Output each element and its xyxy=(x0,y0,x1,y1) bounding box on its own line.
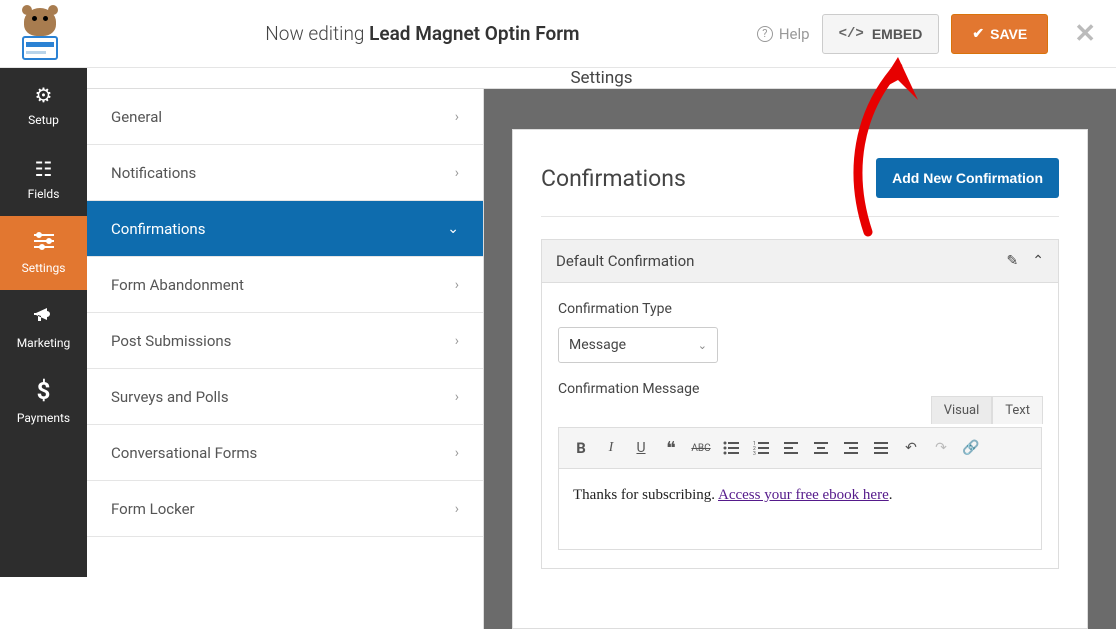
svg-text:3: 3 xyxy=(753,451,756,455)
message-link[interactable]: Access your free ebook here xyxy=(718,487,889,503)
submenu-conversational-forms[interactable]: Conversational Forms› xyxy=(87,425,483,481)
bulleted-list-button[interactable] xyxy=(717,434,745,462)
nav-fields[interactable]: ☷ Fields xyxy=(0,142,87,216)
confirmation-item: Default Confirmation ✎ ⌃ Confirmation Ty… xyxy=(541,239,1059,569)
editing-prefix: Now editing xyxy=(265,22,364,45)
nav-label: Marketing xyxy=(17,336,71,350)
undo-button[interactable]: ↶ xyxy=(897,434,925,462)
editor-content[interactable]: Thanks for subscribing. Access your free… xyxy=(559,469,1041,549)
confirmation-type-label: Confirmation Type xyxy=(558,301,1042,317)
nav-settings[interactable]: Settings xyxy=(0,216,87,290)
quote-button[interactable]: ❝ xyxy=(657,434,685,462)
select-value: Message xyxy=(569,337,626,353)
form-name: Lead Magnet Optin Form xyxy=(369,22,579,45)
nav-label: Settings xyxy=(22,261,66,275)
submenu-general[interactable]: General› xyxy=(87,89,483,145)
top-bar: Now editing Lead Magnet Optin Form ? Hel… xyxy=(0,0,1116,68)
underline-button[interactable]: U xyxy=(627,434,655,462)
editor-toolbar: B I U ❝ ABC xyxy=(559,428,1041,469)
save-button[interactable]: ✔ SAVE xyxy=(951,14,1048,54)
tab-text[interactable]: Text xyxy=(992,396,1043,424)
card-header: Confirmations Add New Confirmation xyxy=(541,158,1059,217)
nav-marketing[interactable]: Marketing xyxy=(0,290,87,364)
confirmation-body: Confirmation Type Message ⌄ Confirmation… xyxy=(542,283,1058,568)
chevron-right-icon: › xyxy=(455,389,459,405)
nav-label: Payments xyxy=(17,411,70,425)
sliders-icon xyxy=(33,231,55,255)
settings-submenu: General› Notifications› Confirmations⌄ F… xyxy=(87,89,484,629)
megaphone-icon xyxy=(33,305,55,330)
chevron-down-icon: ⌄ xyxy=(698,339,707,352)
confirmations-title: Confirmations xyxy=(541,165,686,192)
bold-button[interactable]: B xyxy=(567,434,595,462)
align-justify-button[interactable] xyxy=(867,434,895,462)
editor-tabs: Visual Text xyxy=(931,396,1043,424)
top-actions: ? Help </> EMBED ✔ SAVE ✕ xyxy=(757,14,1096,54)
nav-label: Setup xyxy=(28,113,59,127)
nav-payments[interactable]: $ Payments xyxy=(0,364,87,438)
message-text: Thanks for subscribing. xyxy=(573,487,718,503)
help-link[interactable]: ? Help xyxy=(757,25,810,43)
rich-editor: B I U ❝ ABC xyxy=(558,427,1042,550)
submenu-surveys-polls[interactable]: Surveys and Polls› xyxy=(87,369,483,425)
wpforms-logo xyxy=(12,8,68,60)
strikethrough-button[interactable]: ABC xyxy=(687,434,715,462)
list-icon: ☷ xyxy=(35,157,53,181)
chevron-right-icon: › xyxy=(455,109,459,125)
settings-title: Settings xyxy=(570,68,632,88)
confirmation-item-actions: ✎ ⌃ xyxy=(1007,253,1044,269)
italic-button[interactable]: I xyxy=(597,434,625,462)
confirmation-type-select[interactable]: Message ⌄ xyxy=(558,327,718,363)
side-nav: ⚙ Setup ☷ Fields Settings Marketing $ Pa… xyxy=(0,68,87,577)
submenu-post-submissions[interactable]: Post Submissions› xyxy=(87,313,483,369)
confirmations-card: Confirmations Add New Confirmation Defau… xyxy=(512,129,1088,629)
align-left-button[interactable] xyxy=(777,434,805,462)
submenu-notifications[interactable]: Notifications› xyxy=(87,145,483,201)
embed-label: EMBED xyxy=(872,26,923,42)
collapse-icon[interactable]: ⌃ xyxy=(1032,253,1044,269)
submenu-form-abandonment[interactable]: Form Abandonment› xyxy=(87,257,483,313)
check-icon: ✔ xyxy=(972,25,984,42)
content-area: Confirmations Add New Confirmation Defau… xyxy=(484,89,1116,629)
tab-visual[interactable]: Visual xyxy=(931,396,993,424)
edit-icon[interactable]: ✎ xyxy=(1007,253,1019,269)
panel-row: General› Notifications› Confirmations⌄ F… xyxy=(87,89,1116,629)
confirmation-item-title: Default Confirmation xyxy=(556,252,694,270)
redo-button[interactable]: ↷ xyxy=(927,434,955,462)
chevron-right-icon: › xyxy=(455,333,459,349)
help-icon: ? xyxy=(757,26,773,42)
confirmation-message-label: Confirmation Message xyxy=(558,381,1042,397)
gear-icon: ⚙ xyxy=(35,83,53,107)
center-column: Settings General› Notifications› Confirm… xyxy=(87,68,1116,577)
chevron-right-icon: › xyxy=(455,277,459,293)
chevron-down-icon: ⌄ xyxy=(447,221,459,237)
confirmation-item-header[interactable]: Default Confirmation ✎ ⌃ xyxy=(542,240,1058,283)
nav-setup[interactable]: ⚙ Setup xyxy=(0,68,87,142)
embed-icon: </> xyxy=(839,26,864,42)
link-button[interactable]: 🔗 xyxy=(957,434,985,462)
add-confirmation-button[interactable]: Add New Confirmation xyxy=(876,158,1059,198)
help-label: Help xyxy=(779,25,810,43)
nav-label: Fields xyxy=(28,187,60,201)
save-label: SAVE xyxy=(990,26,1027,42)
submenu-form-locker[interactable]: Form Locker› xyxy=(87,481,483,537)
chevron-right-icon: › xyxy=(455,165,459,181)
embed-button[interactable]: </> EMBED xyxy=(822,14,940,54)
chevron-right-icon: › xyxy=(455,445,459,461)
editing-title: Now editing Lead Magnet Optin Form xyxy=(88,22,757,45)
settings-header: Settings xyxy=(87,68,1116,89)
submenu-confirmations[interactable]: Confirmations⌄ xyxy=(87,201,483,257)
main-row: ⚙ Setup ☷ Fields Settings Marketing $ Pa… xyxy=(0,68,1116,577)
numbered-list-button[interactable]: 123 xyxy=(747,434,775,462)
align-center-button[interactable] xyxy=(807,434,835,462)
chevron-right-icon: › xyxy=(455,501,459,517)
align-right-button[interactable] xyxy=(837,434,865,462)
message-suffix: . xyxy=(889,487,893,503)
dollar-icon: $ xyxy=(37,377,51,405)
close-icon[interactable]: ✕ xyxy=(1074,19,1096,49)
